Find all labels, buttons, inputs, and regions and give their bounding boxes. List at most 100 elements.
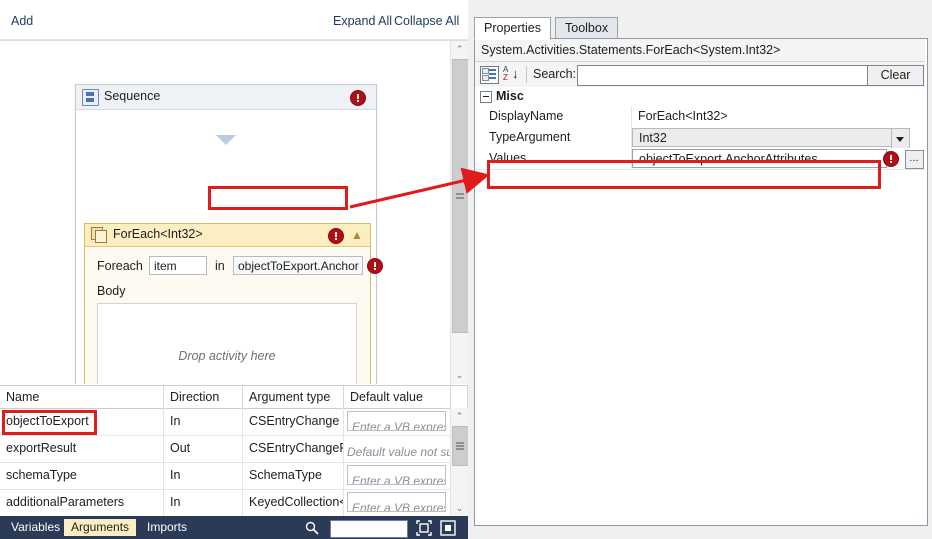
foreach-title: ForEach<Int32> — [113, 227, 203, 241]
designer-toolbar: Add Expand All Collapse All — [0, 0, 468, 40]
foreach-body-label: Body — [97, 284, 126, 298]
argument-default-value[interactable]: Enter a VB express — [344, 489, 451, 516]
arguments-grid-header: Name Direction Argument type Default val… — [0, 386, 468, 409]
argument-objecttoexport-highlight — [2, 410, 97, 435]
arguments-vertical-scrollbar[interactable]: ⌃ ⌄ — [450, 408, 469, 517]
sequence-title: Sequence — [104, 89, 161, 103]
argument-name[interactable]: schemaType — [0, 462, 164, 489]
collapse-all-link[interactable]: Collapse All — [394, 14, 459, 28]
zoom-combo-input[interactable] — [330, 520, 408, 538]
argument-default-value[interactable]: Enter a VB express — [344, 462, 451, 489]
foreach-values-expression-highlight — [208, 186, 348, 210]
column-header-argument-type[interactable]: Argument type — [243, 386, 344, 408]
search-input[interactable] — [577, 65, 869, 86]
property-value[interactable]: ForEach<Int32> — [632, 106, 925, 127]
table-row[interactable]: exportResult Out CSEntryChangeRes Defaul… — [0, 435, 451, 463]
add-link[interactable]: Add — [11, 14, 33, 28]
group-label: Misc — [496, 89, 524, 103]
foreach-values-expression-input[interactable]: objectToExport.Anchor — [233, 256, 363, 275]
workflow-designer-window: Add Expand All Collapse All Sequence For… — [0, 0, 932, 539]
property-name: TypeArgument — [475, 127, 632, 148]
scroll-down-icon[interactable]: ⌄ — [451, 367, 468, 384]
sequence-drop-indicator-icon — [216, 135, 236, 145]
properties-toolbar: A Z ↓ Search: Clear — [475, 62, 925, 88]
property-error-icon[interactable] — [883, 151, 899, 170]
sequence-body: ForEach<Int32> ▲ Foreach item in objectT… — [76, 110, 383, 384]
foreach-drop-zone[interactable]: Drop activity here — [97, 303, 357, 384]
column-header-name[interactable]: Name — [0, 386, 164, 408]
property-value-input[interactable]: Int32 — [632, 128, 908, 147]
expand-all-link[interactable]: Expand All — [333, 14, 392, 28]
collapse-group-icon[interactable] — [480, 91, 492, 103]
property-row-typeargument[interactable]: TypeArgument Int32 — [475, 127, 925, 149]
default-value-input[interactable]: Enter a VB express — [347, 492, 446, 512]
foreach-error-icon[interactable] — [328, 228, 344, 247]
sequence-error-icon[interactable] — [350, 90, 366, 109]
argument-type[interactable]: CSEntryChange — [243, 408, 344, 435]
foreach-icon — [91, 227, 107, 243]
tab-properties[interactable]: Properties — [474, 17, 551, 40]
sequence-activity[interactable]: Sequence ForEach<Int32> ▲ Foreach item i… — [75, 84, 383, 384]
open-editor-button[interactable]: … — [905, 150, 924, 169]
sequence-icon — [82, 89, 99, 106]
search-label: Search: — [533, 67, 577, 81]
foreach-header[interactable]: ForEach<Int32> ▲ — [85, 224, 370, 247]
overview-map-icon[interactable] — [440, 520, 456, 536]
foreach-in-label: in — [215, 259, 225, 273]
argument-type[interactable]: CSEntryChangeRes — [243, 435, 344, 462]
table-row[interactable]: additionalParameters In KeyedCollection<… — [0, 489, 451, 517]
properties-pane: Properties Toolbox System.Activities.Sta… — [468, 0, 932, 539]
argument-name[interactable]: additionalParameters — [0, 489, 164, 516]
default-value-readonly: Default value not su — [347, 445, 451, 459]
canvas-vertical-scrollbar[interactable]: ⌃ ⌄ — [450, 41, 468, 384]
foreach-label: Foreach — [97, 259, 143, 273]
property-name: DisplayName — [475, 106, 632, 127]
properties-panel: System.Activities.Statements.ForEach<Sys… — [474, 38, 928, 526]
tab-imports[interactable]: Imports — [140, 519, 194, 536]
designer-bottom-bar: Variables Arguments Imports — [0, 516, 468, 539]
argument-type[interactable]: SchemaType — [243, 462, 344, 489]
fit-to-screen-icon[interactable] — [416, 520, 432, 536]
default-value-input[interactable]: Enter a VB express — [347, 411, 446, 431]
scroll-down-icon[interactable]: ⌄ — [451, 500, 468, 517]
drop-activity-hint: Drop activity here — [178, 349, 276, 363]
designer-canvas[interactable]: Sequence ForEach<Int32> ▲ Foreach item i… — [0, 40, 468, 384]
alphabetical-sort-icon[interactable]: A Z ↓ — [503, 65, 521, 83]
scroll-up-icon[interactable]: ⌃ — [451, 41, 468, 58]
sequence-header[interactable]: Sequence — [76, 85, 376, 110]
column-header-default-value[interactable]: Default value — [344, 386, 451, 408]
search-magnifier-icon[interactable] — [305, 521, 319, 535]
argument-direction[interactable]: In — [164, 408, 243, 435]
column-header-spacer — [451, 386, 468, 408]
tab-variables[interactable]: Variables — [4, 519, 67, 536]
clear-button[interactable]: Clear — [867, 65, 924, 86]
tab-arguments[interactable]: Arguments — [64, 519, 137, 536]
properties-values-row-highlight — [487, 160, 881, 189]
scroll-up-icon[interactable]: ⌃ — [451, 408, 468, 425]
properties-type-name: System.Activities.Statements.ForEach<Sys… — [475, 39, 925, 62]
argument-default-value: Default value not su — [344, 435, 451, 462]
arguments-grid: Name Direction Argument type Default val… — [0, 385, 469, 517]
arguments-scroll-thumb[interactable] — [452, 426, 469, 466]
argument-direction[interactable]: In — [164, 489, 243, 516]
categorized-view-icon[interactable] — [480, 66, 499, 84]
properties-group-misc[interactable]: Misc — [475, 87, 925, 107]
argument-direction[interactable]: In — [164, 462, 243, 489]
tab-toolbox[interactable]: Toolbox — [555, 17, 619, 40]
toolbar-divider — [526, 66, 527, 83]
property-row-displayname[interactable]: DisplayName ForEach<Int32> — [475, 106, 925, 128]
foreach-item-input[interactable]: item — [149, 256, 207, 275]
foreach-activity[interactable]: ForEach<Int32> ▲ Foreach item in objectT… — [84, 223, 383, 384]
argument-direction[interactable]: Out — [164, 435, 243, 462]
argument-default-value[interactable]: Enter a VB express — [344, 408, 451, 435]
canvas-scroll-thumb[interactable] — [452, 59, 468, 333]
argument-type[interactable]: KeyedCollection<S — [243, 489, 344, 516]
chevron-down-icon[interactable] — [891, 128, 910, 149]
designer-pane: Add Expand All Collapse All Sequence For… — [0, 0, 469, 539]
argument-name[interactable]: exportResult — [0, 435, 164, 462]
table-row[interactable]: schemaType In SchemaType Enter a VB expr… — [0, 462, 451, 490]
default-value-input[interactable]: Enter a VB express — [347, 465, 446, 485]
foreach-collapse-icon[interactable]: ▲ — [350, 228, 364, 242]
foreach-expression-error-icon[interactable] — [367, 258, 383, 277]
column-header-direction[interactable]: Direction — [164, 386, 243, 408]
